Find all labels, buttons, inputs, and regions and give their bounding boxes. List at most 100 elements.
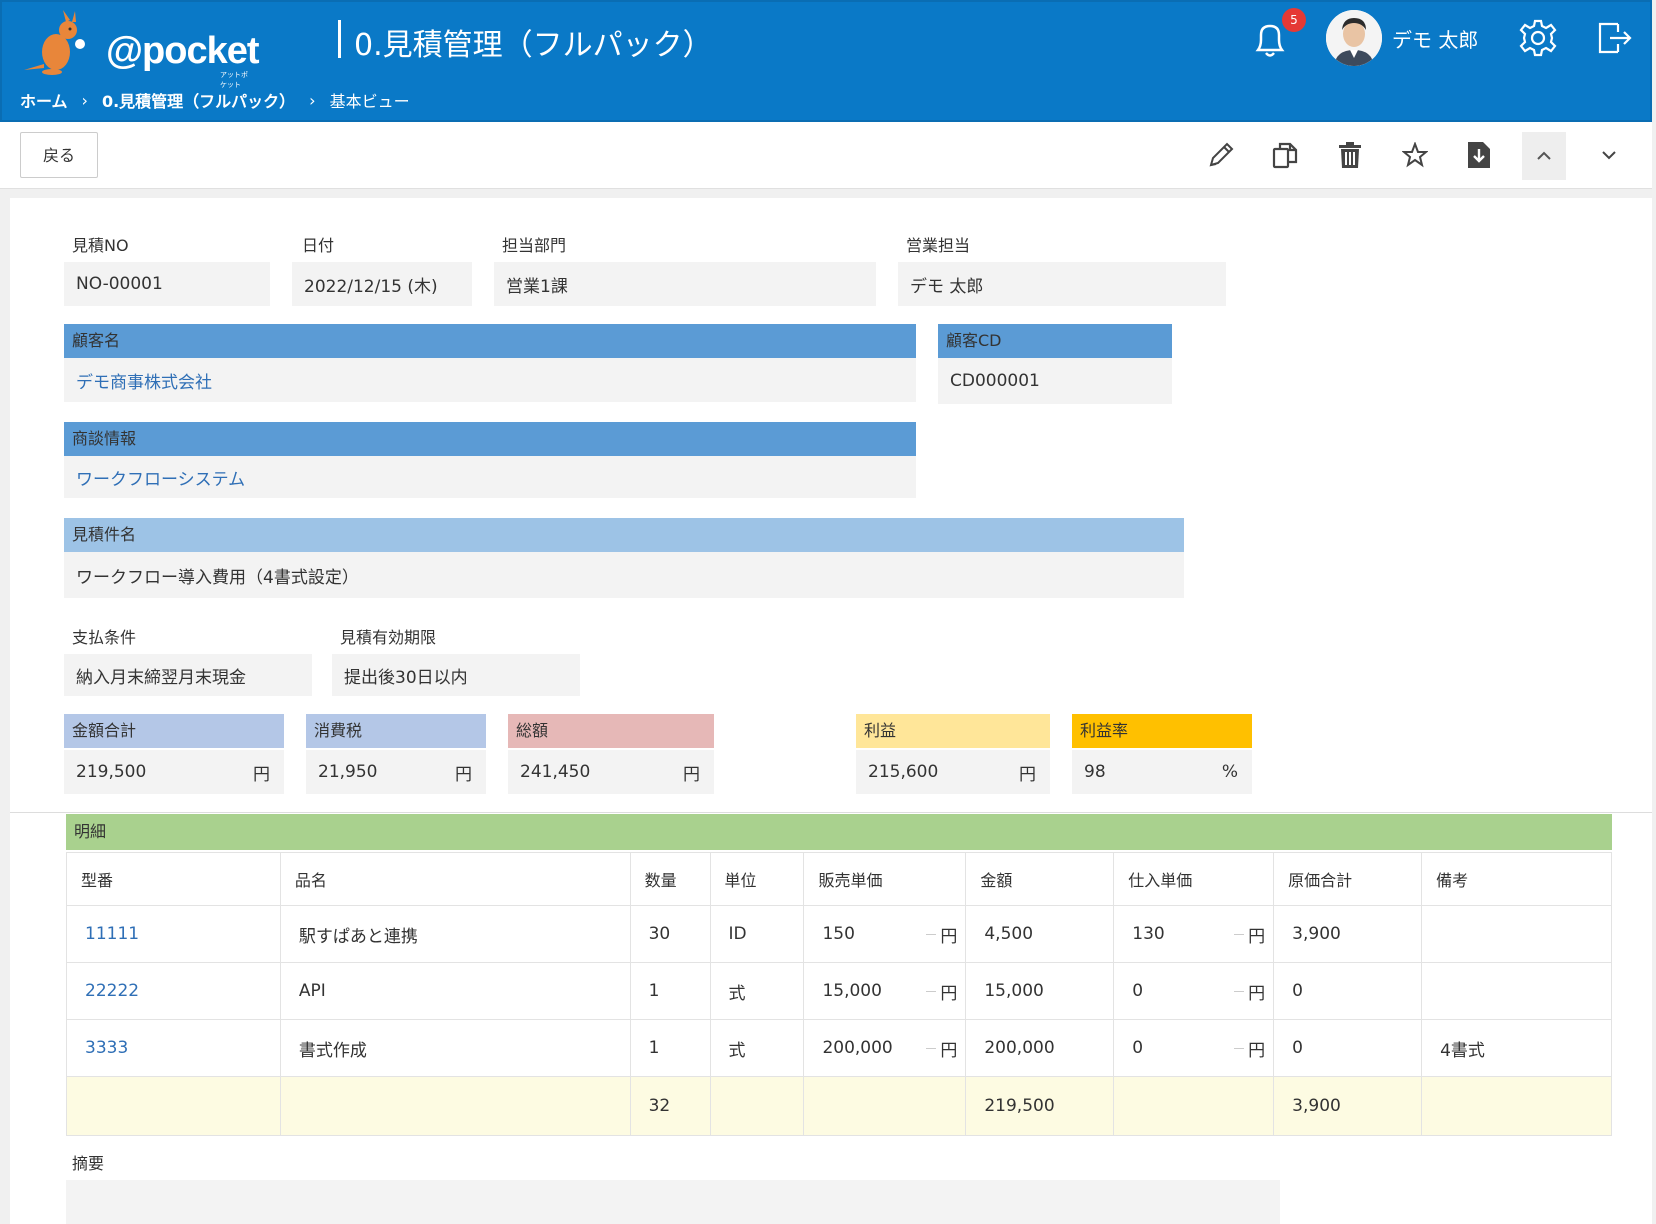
profit-unit: 円 xyxy=(1019,764,1036,785)
cost-price-value: 0 xyxy=(1132,981,1144,1001)
date-label: 日付 xyxy=(302,236,335,255)
total-value: 241,450 xyxy=(520,762,591,782)
table-row: 3333 書式作成 1 式 200,000 円 200,000 0円 0 4書式 xyxy=(66,1019,1612,1077)
column-header[interactable]: 仕入単価 xyxy=(1113,852,1275,906)
column-header[interactable]: 数量 xyxy=(629,852,711,906)
model-cell: 11111 xyxy=(66,905,281,963)
summary-field xyxy=(66,1180,1280,1224)
cost-total-cell: 0 xyxy=(1273,962,1423,1020)
department-label: 担当部門 xyxy=(502,236,567,255)
subtotal-field: 219,500 円 xyxy=(64,750,284,794)
breadcrumb-app[interactable]: 0.見積管理（フルパック） xyxy=(102,88,295,112)
column-header[interactable]: 備考 xyxy=(1421,852,1612,906)
price-cell: 150 円 xyxy=(803,905,967,963)
tax-field: 21,950 円 xyxy=(306,750,486,794)
empty-cell xyxy=(803,1076,967,1136)
yen-unit: 円 xyxy=(926,906,957,962)
table-header-row: 型番 品名 数量 単位 販売単価 金額 仕入単価 原価合計 備考 xyxy=(66,852,1612,906)
customer-cd-label: 顧客CD xyxy=(938,324,1172,358)
column-header[interactable]: 単位 xyxy=(709,852,805,906)
record-toolbar: 戻る xyxy=(0,122,1652,189)
deal-info-field: ワークフローシステム xyxy=(64,456,916,498)
quote-subject-field: ワークフロー導入費用（4書式設定） xyxy=(64,552,1184,598)
table-row: 22222 API 1 式 15,000 円 15,000 0円 0 xyxy=(66,962,1612,1020)
details-table: 型番 品名 数量 単位 販売単価 金額 仕入単価 原価合計 備考 11111 駅… xyxy=(66,852,1612,1136)
profit-rate-label: 利益率 xyxy=(1072,714,1252,748)
section-divider xyxy=(10,812,1652,813)
cost-total-sum-cell: 3,900 xyxy=(1273,1076,1423,1136)
model-cell: 22222 xyxy=(66,962,281,1020)
summary-label: 摘要 xyxy=(72,1154,105,1173)
profit-label: 利益 xyxy=(856,714,1050,748)
table-row: 11111 駅すぱあと連携 30 ID 150 円 4,500 130 円 3,90… xyxy=(66,905,1612,963)
sales-rep-field: デモ 太郎 xyxy=(898,262,1226,306)
yen-unit: 円 xyxy=(926,1020,957,1076)
pencil-icon[interactable] xyxy=(1204,138,1238,172)
subtotal-label: 金額合計 xyxy=(64,714,284,748)
note-cell xyxy=(1421,905,1612,963)
cost-price-value: 0 xyxy=(1132,1038,1144,1058)
validity-label: 見積有効期限 xyxy=(340,628,437,647)
download-file-icon[interactable] xyxy=(1462,138,1496,172)
model-link[interactable]: 11111 xyxy=(85,924,139,944)
date-field: 2022/12/15 (木) xyxy=(292,262,472,306)
title-separator xyxy=(338,20,341,58)
kangaroo-logo-icon xyxy=(24,10,85,75)
customer-name-link[interactable]: デモ商事株式会社 xyxy=(76,368,212,393)
quote-no-field: NO-00001 xyxy=(64,262,270,306)
quote-subject-label: 見積件名 xyxy=(64,518,1184,552)
cost-price-cell: 0円 xyxy=(1113,962,1275,1020)
amount-cell: 200,000 xyxy=(965,1019,1115,1077)
chevron-down-icon[interactable] xyxy=(1592,138,1626,172)
qty-cell: 1 xyxy=(629,962,711,1020)
product-name-cell: 駅すぱあと連携 xyxy=(279,905,631,963)
back-button[interactable]: 戻る xyxy=(20,132,98,178)
model-link[interactable]: 22222 xyxy=(85,981,139,1001)
copy-icon[interactable] xyxy=(1268,138,1302,172)
total-label: 総額 xyxy=(508,714,714,748)
deal-info-link[interactable]: ワークフローシステム xyxy=(76,465,245,490)
empty-cell xyxy=(66,1076,281,1136)
note-cell: 4書式 xyxy=(1421,1019,1612,1077)
star-icon[interactable] xyxy=(1398,138,1432,172)
unit-cell: ID xyxy=(709,905,805,963)
notification-badge: 5 xyxy=(1282,8,1306,32)
avatar[interactable] xyxy=(1326,10,1382,66)
column-header[interactable]: 品名 xyxy=(279,852,631,906)
sales-rep-label: 営業担当 xyxy=(906,236,971,255)
subtotal-value: 219,500 xyxy=(76,762,147,782)
column-header[interactable]: 原価合計 xyxy=(1273,852,1423,906)
note-cell xyxy=(1421,962,1612,1020)
model-cell: 3333 xyxy=(66,1019,281,1077)
chevron-up-icon[interactable] xyxy=(1522,132,1566,180)
yen-unit: 円 xyxy=(1234,1020,1265,1076)
payment-terms-field: 納入月末締翌月末現金 xyxy=(64,654,312,696)
empty-cell xyxy=(1113,1076,1275,1136)
app-logo[interactable]: @pocket アットポケット xyxy=(22,8,260,89)
qty-cell: 1 xyxy=(629,1019,711,1077)
total-unit: 円 xyxy=(683,764,700,785)
model-link[interactable]: 3333 xyxy=(85,1038,128,1058)
amount-total-cell: 219,500 xyxy=(965,1076,1115,1136)
breadcrumb-home[interactable]: ホーム xyxy=(20,88,68,112)
column-header[interactable]: 型番 xyxy=(66,852,281,906)
total-field: 241,450 円 xyxy=(508,750,714,794)
cost-total-cell: 0 xyxy=(1273,1019,1423,1077)
trash-icon[interactable] xyxy=(1333,138,1367,172)
gear-icon[interactable] xyxy=(1518,18,1558,58)
profit-rate-value: 98 xyxy=(1084,762,1106,782)
customer-name-label: 顧客名 xyxy=(64,324,916,358)
column-header[interactable]: 販売単価 xyxy=(803,852,967,906)
column-header[interactable]: 金額 xyxy=(965,852,1115,906)
logout-icon[interactable] xyxy=(1594,18,1634,58)
cost-total-cell: 3,900 xyxy=(1273,905,1423,963)
amount-cell: 15,000 xyxy=(965,962,1115,1020)
logo-subtext: アットポケット xyxy=(220,71,248,89)
app-header: @pocket アットポケット 0.見積管理（フルパック） ホーム › 0.見積… xyxy=(0,0,1652,122)
validity-field: 提出後30日以内 xyxy=(332,654,580,696)
empty-cell xyxy=(279,1076,631,1136)
user-name[interactable]: デモ 太郎 xyxy=(1392,24,1478,53)
subtotal-unit: 円 xyxy=(253,764,270,785)
cost-price-cell: 130 円 xyxy=(1113,905,1275,963)
product-name-cell: 書式作成 xyxy=(279,1019,631,1077)
